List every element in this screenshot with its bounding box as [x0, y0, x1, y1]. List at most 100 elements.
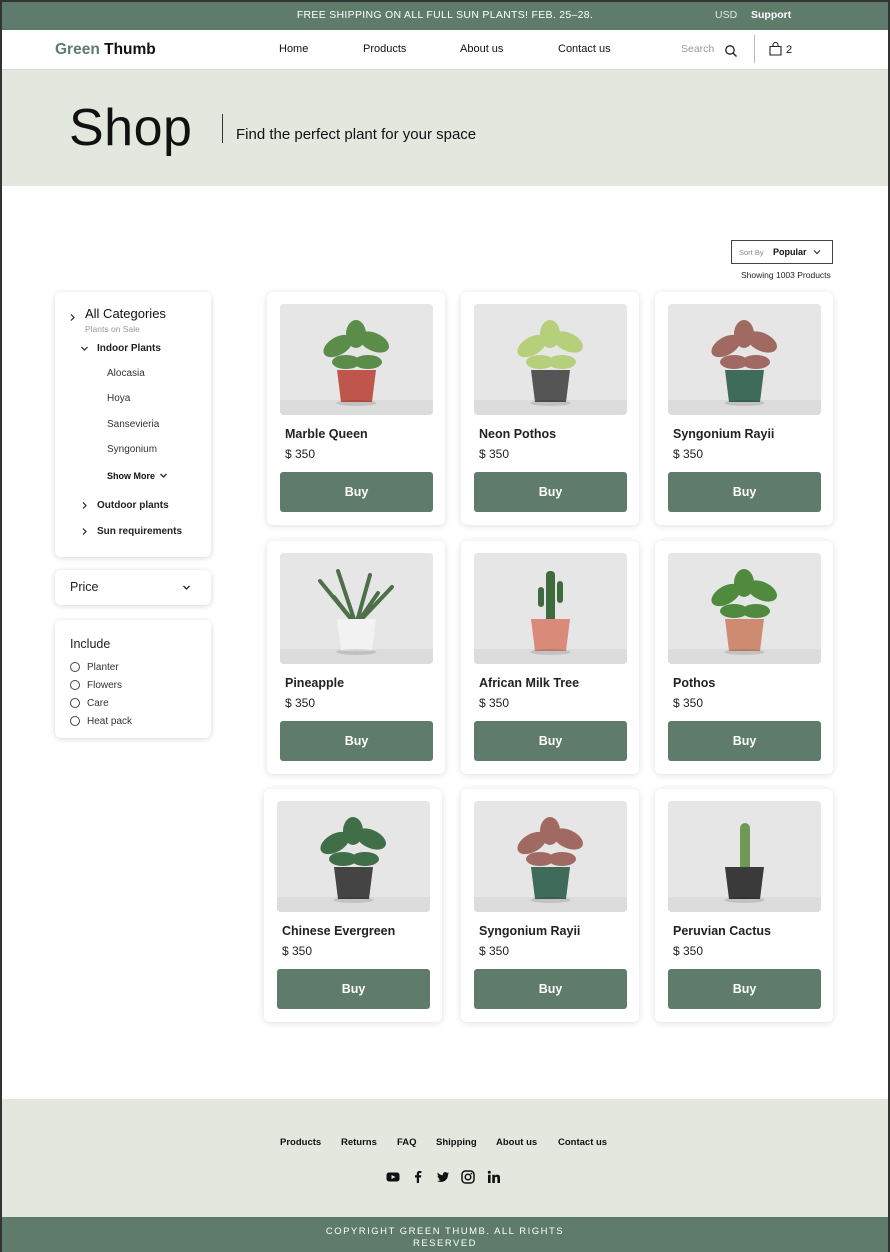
heat-pack-radio[interactable] — [70, 716, 80, 726]
product-price: $ 350 — [479, 447, 510, 461]
product-name[interactable]: Neon Pothos — [479, 427, 556, 441]
nav-contact[interactable]: Contact us — [558, 43, 611, 55]
nav-home[interactable]: Home — [279, 43, 308, 55]
plant-illustration — [474, 801, 627, 912]
category-indoor-plants[interactable]: Indoor Plants — [97, 343, 161, 354]
product-image[interactable] — [280, 304, 433, 415]
product-price: $ 350 — [479, 944, 510, 958]
hero-divider — [222, 114, 223, 143]
subcategory-sansevieria[interactable]: Sansevieria — [107, 419, 159, 430]
product-card[interactable]: Neon Pothos $ 350 Buy — [461, 292, 639, 525]
footer-link-products[interactable]: Products — [280, 1137, 321, 1148]
care-radio[interactable] — [70, 698, 80, 708]
product-name[interactable]: African Milk Tree — [479, 676, 579, 690]
nav-products[interactable]: Products — [363, 43, 406, 55]
product-name[interactable]: Peruvian Cactus — [673, 924, 771, 938]
product-card[interactable]: Marble Queen $ 350 Buy — [267, 292, 445, 525]
search-icon[interactable] — [724, 44, 738, 58]
product-card[interactable]: Pothos $ 350 Buy — [655, 541, 833, 774]
sort-label: Sort By — [739, 248, 764, 257]
currency-selector[interactable]: USD — [715, 9, 737, 21]
header-divider — [754, 35, 755, 63]
include-filter: Include Planter Flowers Care Heat pack — [55, 620, 211, 738]
product-name[interactable]: Marble Queen — [285, 427, 368, 441]
all-categories[interactable]: All Categories — [85, 306, 166, 321]
plant-illustration — [668, 553, 821, 664]
footer-link-returns[interactable]: Returns — [341, 1137, 377, 1148]
category-sun-requirements[interactable]: Sun requirements — [97, 526, 182, 537]
product-name[interactable]: Pothos — [673, 676, 715, 690]
search-input[interactable]: Search — [681, 43, 714, 55]
chevron-right-icon[interactable] — [68, 313, 77, 322]
product-image[interactable] — [668, 304, 821, 415]
buy-button[interactable]: Buy — [277, 969, 430, 1009]
buy-button[interactable]: Buy — [280, 721, 433, 761]
support-link[interactable]: Support — [751, 9, 791, 21]
product-name[interactable]: Chinese Evergreen — [282, 924, 395, 938]
shopping-bag-icon[interactable] — [769, 42, 782, 56]
subcategory-syngonium[interactable]: Syngonium — [107, 444, 157, 455]
footer-link-faq[interactable]: FAQ — [397, 1137, 417, 1148]
product-name[interactable]: Syngonium Rayii — [479, 924, 580, 938]
linkedin-icon[interactable] — [487, 1170, 501, 1184]
heat-pack-label[interactable]: Heat pack — [87, 716, 132, 727]
price-filter[interactable]: Price — [55, 570, 211, 605]
product-image[interactable] — [668, 553, 821, 664]
youtube-icon[interactable] — [386, 1170, 400, 1184]
buy-button[interactable]: Buy — [474, 969, 627, 1009]
flowers-radio[interactable] — [70, 680, 80, 690]
subcategory-hoya[interactable]: Hoya — [107, 393, 130, 404]
cart-count[interactable]: 2 — [786, 44, 792, 56]
buy-button[interactable]: Buy — [280, 472, 433, 512]
buy-button[interactable]: Buy — [668, 721, 821, 761]
page-subtitle: Find the perfect plant for your space — [236, 126, 477, 143]
facebook-icon[interactable] — [411, 1170, 425, 1184]
chevron-down-icon — [813, 250, 821, 255]
show-more-button[interactable]: Show More — [107, 471, 168, 481]
product-name[interactable]: Pineapple — [285, 676, 344, 690]
product-card[interactable]: Syngonium Rayii $ 350 Buy — [655, 292, 833, 525]
product-image[interactable] — [280, 553, 433, 664]
categories-subtitle: Plants on Sale — [85, 324, 140, 334]
product-name[interactable]: Syngonium Rayii — [673, 427, 774, 441]
chevron-down-icon[interactable] — [80, 344, 89, 353]
product-image[interactable] — [277, 801, 430, 912]
buy-button[interactable]: Buy — [474, 721, 627, 761]
flowers-label[interactable]: Flowers — [87, 680, 122, 691]
product-price: $ 350 — [673, 447, 704, 461]
product-card[interactable]: Peruvian Cactus $ 350 Buy — [655, 789, 833, 1022]
product-image[interactable] — [668, 801, 821, 912]
planter-label[interactable]: Planter — [87, 662, 119, 673]
chevron-right-icon[interactable] — [80, 527, 89, 536]
buy-button[interactable]: Buy — [474, 472, 627, 512]
buy-button[interactable]: Buy — [668, 969, 821, 1009]
product-image[interactable] — [474, 304, 627, 415]
twitter-icon[interactable] — [436, 1170, 450, 1184]
hero-banner: Shop Find the perfect plant for your spa… — [0, 70, 890, 186]
product-card[interactable]: Pineapple $ 350 Buy — [267, 541, 445, 774]
product-card[interactable]: Syngonium Rayii $ 350 Buy — [461, 789, 639, 1022]
site-footer: Products Returns FAQ Shipping About us C… — [0, 1099, 890, 1217]
sort-dropdown[interactable]: Sort By Popular — [731, 240, 833, 264]
product-image[interactable] — [474, 553, 627, 664]
care-label[interactable]: Care — [87, 698, 109, 709]
subcategory-alocasia[interactable]: Alocasia — [107, 368, 145, 379]
footer-link-shipping[interactable]: Shipping — [436, 1137, 477, 1148]
nav-about[interactable]: About us — [460, 43, 503, 55]
logo[interactable]: Green Thumb — [55, 41, 156, 59]
product-count: Showing 1003 Products — [741, 270, 831, 280]
footer-link-contact[interactable]: Contact us — [558, 1137, 607, 1148]
product-price: $ 350 — [673, 944, 704, 958]
chevron-right-icon[interactable] — [80, 501, 89, 510]
product-image[interactable] — [474, 801, 627, 912]
footer-link-about[interactable]: About us — [496, 1137, 537, 1148]
category-outdoor-plants[interactable]: Outdoor plants — [97, 500, 169, 511]
include-title: Include — [70, 637, 111, 651]
instagram-icon[interactable] — [461, 1170, 475, 1184]
show-more-label: Show More — [107, 471, 156, 481]
buy-button[interactable]: Buy — [668, 472, 821, 512]
planter-radio[interactable] — [70, 662, 80, 672]
site-header: Green Thumb Home Products About us Conta… — [0, 30, 890, 70]
product-card[interactable]: African Milk Tree $ 350 Buy — [461, 541, 639, 774]
product-card[interactable]: Chinese Evergreen $ 350 Buy — [264, 789, 442, 1022]
